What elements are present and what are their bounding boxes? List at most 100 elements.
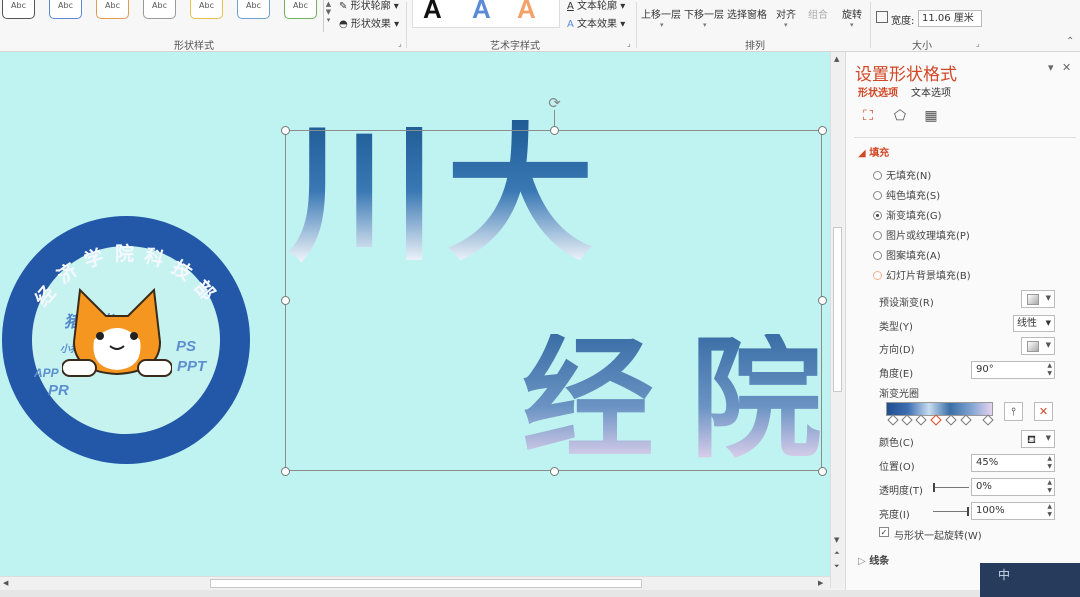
resize-handle-bottom[interactable] [550,467,559,476]
shape-outline-button[interactable]: ✎ 形状轮廓 ▾ [339,0,399,12]
wordart-sample-black[interactable]: A [423,0,442,25]
shape-style-2[interactable]: Abc [49,0,82,19]
tab-text-options[interactable]: 文本选项 [911,84,951,99]
gradient-stop[interactable] [960,414,972,426]
fill-section-header[interactable]: ◢ 填充 [858,144,889,159]
remove-gradient-stop-icon[interactable]: ✕ [1034,402,1053,421]
transparency-slider[interactable] [933,487,969,488]
panel-close-icon[interactable]: ✕ [1062,61,1071,74]
rotate-button[interactable]: 旋转 [842,6,862,21]
text-outline-button[interactable]: A 文本轮廓 ▾ [567,0,625,12]
resize-handle-top-left[interactable] [281,126,290,135]
rotate-caret-icon[interactable]: ▾ [850,21,854,29]
selection-frame [285,130,822,471]
vertical-scroll-thumb[interactable] [833,227,842,392]
shape-style-4[interactable]: Abc [143,0,176,19]
shape-style-1[interactable]: Abc [2,0,35,19]
angle-input[interactable]: 90° ▲ ▼ [971,361,1055,379]
type-dropdown[interactable]: 线性 ▼ [1013,315,1055,332]
add-gradient-stop-icon[interactable]: ⫯ [1004,402,1023,421]
resize-handle-left[interactable] [281,296,290,305]
shape-style-5[interactable]: Abc [190,0,223,19]
horizontal-scroll-thumb[interactable] [210,579,642,588]
group-button[interactable]: 组合 [808,6,828,21]
preset-gradient-dropdown[interactable]: ▼ [1021,290,1055,308]
gradient-stop-selected[interactable] [930,414,942,426]
gradient-stops-bar[interactable] [886,402,993,416]
gradient-stop[interactable] [887,414,899,426]
radio-slide-background-fill[interactable]: 幻灯片背景填充(B) [873,267,971,282]
tab-shape-options[interactable]: 形状选项 [858,84,898,99]
resize-handle-right[interactable] [818,296,827,305]
radio-no-fill[interactable]: 无填充(N) [873,167,931,182]
send-backward-caret-icon[interactable]: ▾ [703,21,707,29]
line-section-header[interactable]: ▷ 线条 [858,552,889,567]
brightness-slider-knob[interactable] [967,507,969,516]
bring-forward-button[interactable]: 上移一层 [641,6,681,21]
divider [406,2,407,48]
effects-pentagon-icon[interactable]: ⬠ [890,106,910,126]
panel-options-icon[interactable]: ▾ [1048,61,1054,74]
bring-forward-caret-icon[interactable]: ▾ [660,21,664,29]
size-properties-icon[interactable]: ▦ [921,106,941,126]
brightness-input[interactable]: 100% ▲ ▼ [971,502,1055,520]
direction-dropdown[interactable]: ▼ [1021,337,1055,355]
selection-pane-button[interactable]: 选择窗格 [727,6,767,21]
spinner-icon[interactable]: ▲ ▼ [1047,503,1052,519]
previous-slide-icon[interactable]: ⏶ [834,549,840,558]
scroll-down-icon[interactable]: ▼ [834,536,839,544]
text-effects-button[interactable]: A 文本效果 ▾ [567,15,625,30]
radio-label: 渐变填充(G) [886,211,942,222]
rotate-handle-icon[interactable]: ⟳ [545,94,564,113]
resize-handle-top-right[interactable] [818,126,827,135]
shape-effects-button[interactable]: ◓ 形状效果 ▾ [339,15,399,30]
shape-style-gallery-scroll[interactable]: ▲ ▼ ▾ [323,0,333,32]
resize-handle-bottom-left[interactable] [281,467,290,476]
chevron-down-icon: ▼ [1045,294,1051,302]
scroll-left-icon[interactable]: ◀ [3,579,8,587]
radio-solid-fill[interactable]: 纯色填充(S) [873,187,940,202]
divider [854,137,1076,138]
radio-picture-fill[interactable]: 图片或纹理填充(P) [873,227,970,242]
send-backward-button[interactable]: 下移一层 [684,6,724,21]
gradient-stop[interactable] [915,414,927,426]
wordart-gallery[interactable]: A A A [412,0,560,28]
shape-style-3[interactable]: Abc [96,0,129,19]
spinner-icon[interactable]: ▲ ▼ [1047,362,1052,378]
rotate-with-shape-label[interactable]: 与形状一起旋转(W) [894,527,982,542]
wordart-sample-orange[interactable]: A [517,0,536,25]
brightness-slider[interactable] [933,511,969,512]
resize-handle-bottom-right[interactable] [818,467,827,476]
size-launcher-icon[interactable]: ⌟ [976,39,980,48]
scroll-up-icon[interactable]: ▲ [834,55,839,63]
gradient-stop[interactable] [982,414,994,426]
position-input[interactable]: 45% ▲ ▼ [971,454,1055,472]
slide-canvas[interactable]: 经 济 学 院 科 技 部 猪猪猪~ 小猪猪技能技术 PS PPT APP PR… [0,52,830,576]
gradient-stop[interactable] [901,414,913,426]
shape-style-7[interactable]: Abc [284,0,317,19]
radio-gradient-fill[interactable]: 渐变填充(G) [873,207,942,222]
spinner-icon[interactable]: ▲ ▼ [1047,479,1052,495]
horizontal-scrollbar[interactable]: ◀ ▶ [0,576,830,590]
align-caret-icon[interactable]: ▾ [784,21,788,29]
wordart-launcher-icon[interactable]: ⌟ [627,39,631,48]
collapse-ribbon-icon[interactable]: ⌃ [1066,36,1074,47]
transparency-input[interactable]: 0% ▲ ▼ [971,478,1055,496]
shape-style-6[interactable]: Abc [237,0,270,19]
width-input[interactable]: 11.06 厘米 [918,10,982,27]
radio-pattern-fill[interactable]: 图案填充(A) [873,247,941,262]
spinner-icon[interactable]: ▲ ▼ [1047,455,1052,471]
shape-styles-launcher-icon[interactable]: ⌟ [398,39,402,48]
color-dropdown[interactable]: ⛾ ▼ [1021,430,1055,448]
resize-handle-top[interactable] [550,126,559,135]
vertical-scrollbar[interactable]: ▲ ▼ ⏶ ⏷ [830,52,844,588]
gradient-stop[interactable] [945,414,957,426]
taskbar-ime-indicator[interactable]: 中 [980,563,1080,597]
align-button[interactable]: 对齐 [776,6,796,21]
next-slide-icon[interactable]: ⏷ [834,562,840,571]
fill-line-icon[interactable]: ⛶ [858,106,878,126]
transparency-slider-knob[interactable] [933,483,935,492]
scroll-right-icon[interactable]: ▶ [818,579,823,587]
rotate-with-shape-checkbox[interactable]: ✓ [879,527,889,537]
wordart-sample-blue[interactable]: A [472,0,491,25]
